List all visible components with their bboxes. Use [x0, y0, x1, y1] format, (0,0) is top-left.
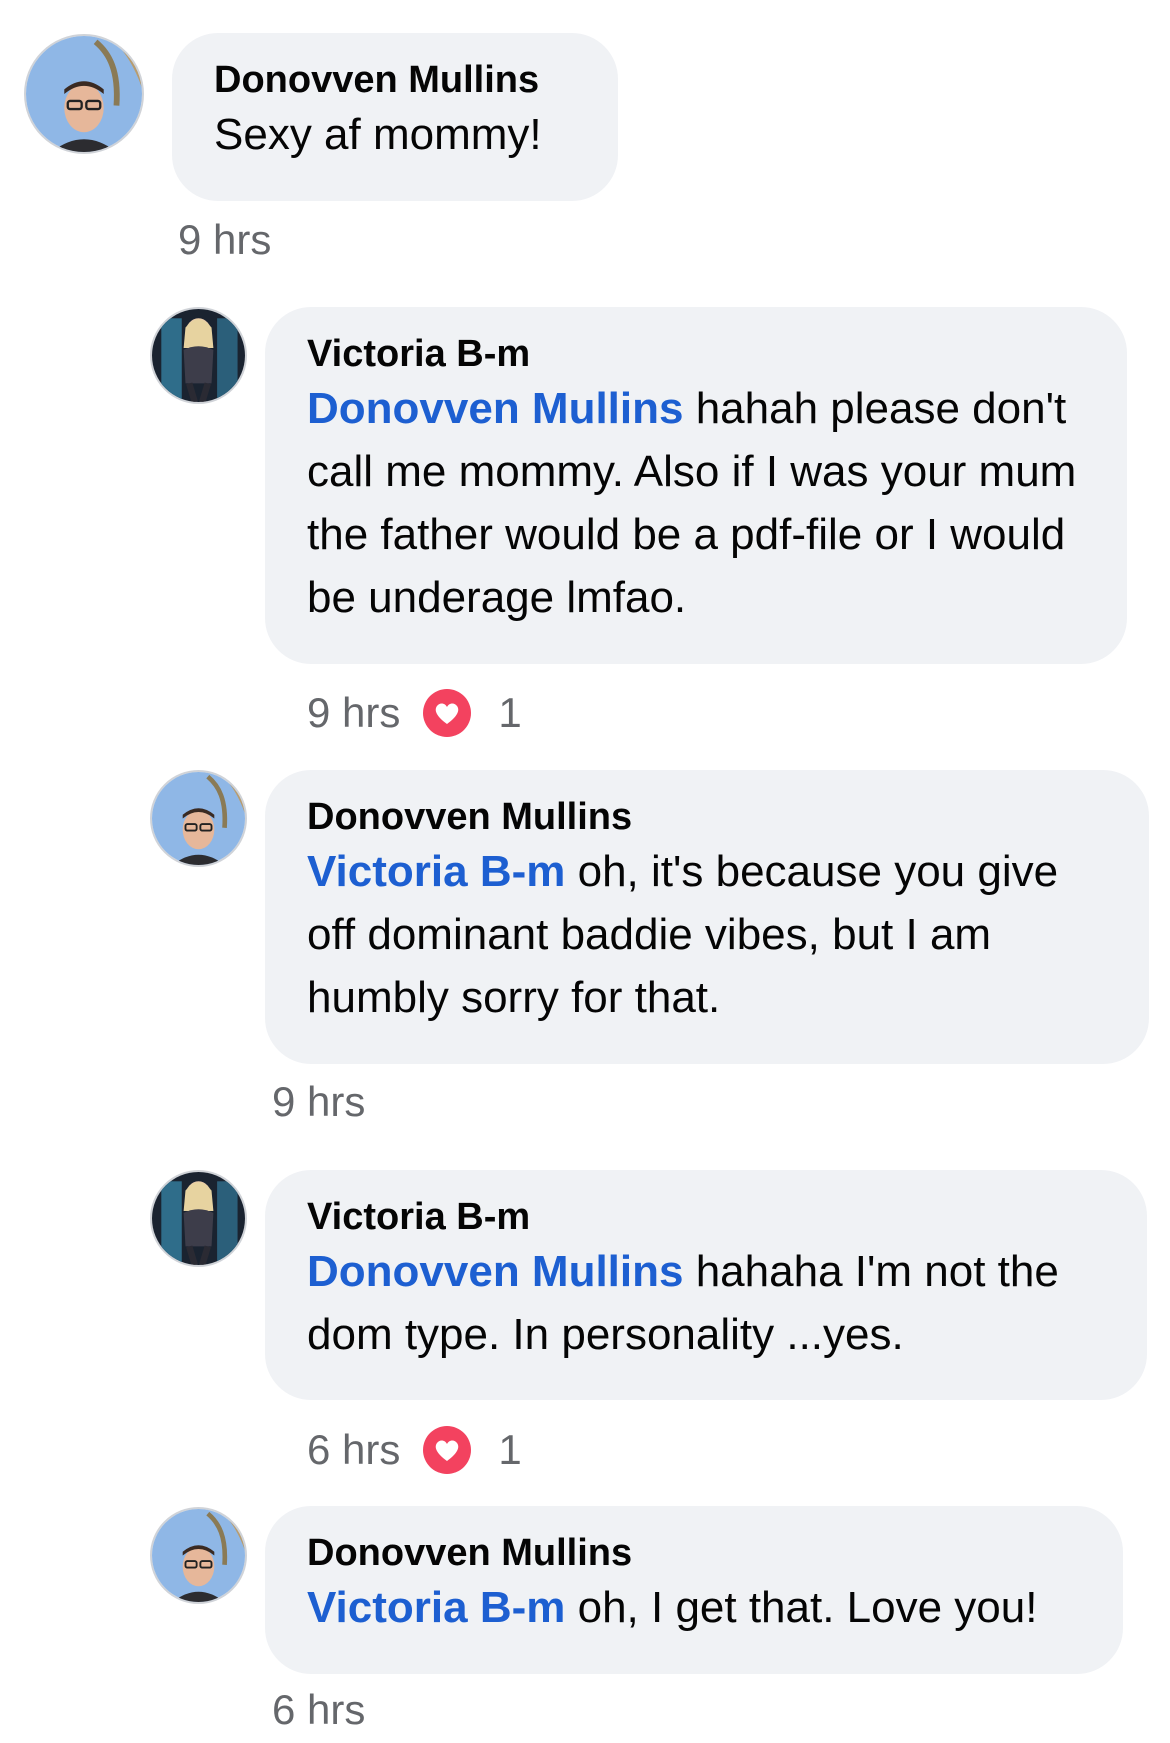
reaction-count[interactable]: 1	[498, 689, 521, 737]
comment-meta: 6 hrs 1	[307, 1420, 522, 1480]
comment-body: oh, I get that. Love you!	[565, 1583, 1038, 1632]
comment-timestamp[interactable]: 6 hrs	[307, 1426, 400, 1474]
comment-text: Donovven Mullins hahah please don't call…	[307, 377, 1085, 629]
mention-link[interactable]: Donovven Mullins	[307, 384, 683, 433]
comment-body: Sexy af mommy!	[214, 110, 542, 159]
comment-meta: 6 hrs	[272, 1680, 365, 1740]
reaction-count[interactable]: 1	[498, 1426, 521, 1474]
man-with-glasses-avatar-icon	[152, 772, 245, 865]
comment-text: Sexy af mommy!	[214, 103, 576, 166]
heart-reaction-icon[interactable]	[422, 1425, 472, 1475]
comment-text: Victoria B-m oh, it's because you give o…	[307, 840, 1107, 1029]
comment-author[interactable]: Donovven Mullins	[307, 1530, 1081, 1576]
comment-timestamp[interactable]: 9 hrs	[178, 216, 271, 264]
avatar-donovven[interactable]	[150, 770, 247, 867]
avatar-victoria[interactable]	[150, 307, 247, 404]
avatar-donovven[interactable]	[24, 34, 144, 154]
mention-link[interactable]: Victoria B-m	[307, 847, 565, 896]
comment-author[interactable]: Victoria B-m	[307, 331, 1085, 377]
comment-timestamp[interactable]: 6 hrs	[272, 1686, 365, 1734]
comment-meta: 9 hrs	[178, 210, 271, 270]
comment-text: Donovven Mullins hahaha I'm not the dom …	[307, 1240, 1105, 1366]
man-with-glasses-avatar-icon	[26, 36, 142, 152]
avatar-victoria[interactable]	[150, 1170, 247, 1267]
comment-timestamp[interactable]: 9 hrs	[307, 689, 400, 737]
comment-author[interactable]: Donovven Mullins	[214, 57, 576, 103]
comment-bubble[interactable]: Victoria B-m Donovven Mullins hahaha I'm…	[265, 1170, 1147, 1400]
woman-in-costume-avatar-icon	[152, 1172, 245, 1265]
mention-link[interactable]: Victoria B-m	[307, 1583, 565, 1632]
comment-meta: 9 hrs	[272, 1072, 365, 1132]
comment-bubble[interactable]: Donovven Mullins Victoria B-m oh, I get …	[265, 1506, 1123, 1674]
comment-bubble[interactable]: Victoria B-m Donovven Mullins hahah plea…	[265, 307, 1127, 664]
man-with-glasses-avatar-icon	[152, 1509, 245, 1602]
heart-reaction-icon[interactable]	[422, 688, 472, 738]
comment-bubble[interactable]: Donovven Mullins Victoria B-m oh, it's b…	[265, 770, 1149, 1064]
mention-link[interactable]: Donovven Mullins	[307, 1247, 683, 1296]
comment-author[interactable]: Donovven Mullins	[307, 794, 1107, 840]
comment-meta: 9 hrs 1	[307, 683, 522, 743]
comment-text: Victoria B-m oh, I get that. Love you!	[307, 1576, 1081, 1639]
woman-in-costume-avatar-icon	[152, 309, 245, 402]
comment-timestamp[interactable]: 9 hrs	[272, 1078, 365, 1126]
comment-bubble[interactable]: Donovven Mullins Sexy af mommy!	[172, 33, 618, 201]
avatar-donovven[interactable]	[150, 1507, 247, 1604]
comment-author[interactable]: Victoria B-m	[307, 1194, 1105, 1240]
